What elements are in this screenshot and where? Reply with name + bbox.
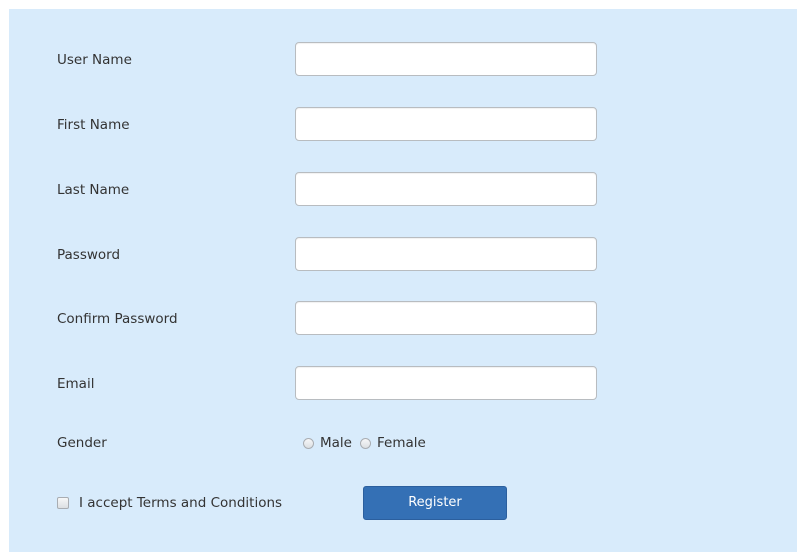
last-name-row: Last Name bbox=[9, 172, 797, 208]
email-input[interactable] bbox=[295, 366, 597, 400]
gender-male-radio[interactable] bbox=[303, 437, 314, 449]
first-name-row: First Name bbox=[9, 107, 797, 143]
last-name-input[interactable] bbox=[295, 172, 597, 206]
gender-male-label[interactable]: Male bbox=[320, 435, 352, 451]
user-name-label: User Name bbox=[57, 52, 132, 68]
gender-female-label[interactable]: Female bbox=[377, 435, 426, 451]
email-label: Email bbox=[57, 376, 95, 392]
gender-row: Gender Male Female bbox=[9, 425, 797, 461]
register-button[interactable]: Register bbox=[363, 486, 507, 520]
registration-form: User Name First Name Last Name Password … bbox=[9, 9, 797, 552]
first-name-label: First Name bbox=[57, 117, 130, 133]
user-name-input[interactable] bbox=[295, 42, 597, 76]
last-name-label: Last Name bbox=[57, 182, 130, 198]
gender-label: Gender bbox=[57, 435, 107, 451]
confirm-password-label: Confirm Password bbox=[57, 311, 178, 327]
first-name-input[interactable] bbox=[295, 107, 597, 141]
password-label: Password bbox=[57, 247, 121, 263]
terms-label[interactable]: I accept Terms and Conditions bbox=[79, 495, 282, 511]
user-name-row: User Name bbox=[9, 42, 797, 78]
email-row: Email bbox=[9, 366, 797, 402]
gender-female-radio[interactable] bbox=[359, 437, 371, 449]
confirm-password-row: Confirm Password bbox=[9, 301, 797, 337]
terms-control: I accept Terms and Conditions bbox=[57, 495, 282, 511]
gender-radio-group: Male Female bbox=[303, 435, 434, 451]
password-input[interactable] bbox=[295, 237, 597, 271]
confirm-password-input[interactable] bbox=[295, 301, 597, 335]
password-row: Password bbox=[9, 237, 797, 273]
terms-row: I accept Terms and Conditions Register bbox=[9, 485, 797, 521]
terms-checkbox[interactable] bbox=[57, 497, 69, 509]
